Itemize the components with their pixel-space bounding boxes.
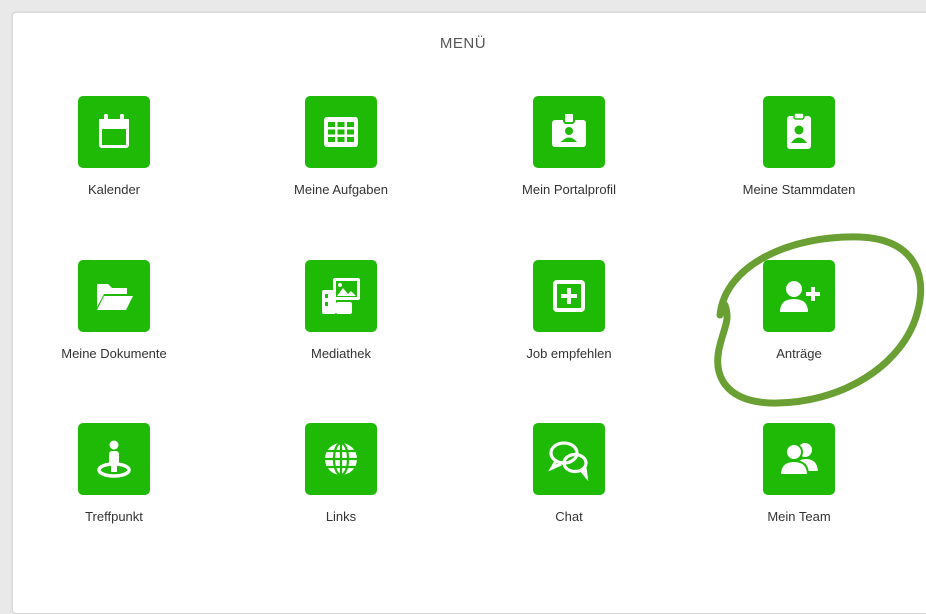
menu-item-treffpunkt[interactable]: Treffpunkt <box>23 423 203 573</box>
menu-item-antraege[interactable]: Anträge <box>708 260 888 410</box>
menu-item-meine-stammdaten[interactable]: Meine Stammdaten <box>708 96 888 246</box>
menu-item-mein-portalprofil[interactable]: Mein Portalprofil <box>478 96 658 246</box>
menu-item-label: Mein Portalprofil <box>522 182 616 197</box>
menu-item-label: Meine Dokumente <box>61 346 167 361</box>
menu-item-mein-team[interactable]: Mein Team <box>708 423 888 573</box>
menu-item-label: Treffpunkt <box>85 509 143 524</box>
user-plus-icon <box>763 260 835 332</box>
menu-item-links[interactable]: Links <box>250 423 430 573</box>
menu-item-meine-aufgaben[interactable]: Meine Aufgaben <box>250 96 430 246</box>
menu-item-label: Meine Stammdaten <box>742 182 856 197</box>
menu-item-label: Links <box>325 509 357 524</box>
menu-item-label: Anträge <box>776 346 822 361</box>
menu-item-job-empfehlen[interactable]: Job empfehlen <box>478 260 658 410</box>
menu-title: MENÜ <box>439 35 487 52</box>
menu-item-kalender[interactable]: Kalender <box>23 96 203 246</box>
calendar-icon <box>78 96 150 168</box>
photo-gallery-icon <box>305 260 377 332</box>
menu-item-meine-dokumente[interactable]: Meine Dokumente <box>23 260 203 410</box>
plus-square-icon <box>533 260 605 332</box>
menu-item-mediathek[interactable]: Mediathek <box>250 260 430 410</box>
menu-item-label: Mein Team <box>767 509 831 524</box>
globe-icon <box>305 423 377 495</box>
menu-item-label: Chat <box>555 509 583 524</box>
menu-item-label: Meine Aufgaben <box>294 182 388 197</box>
team-icon <box>763 423 835 495</box>
menu-item-label: Job empfehlen <box>526 346 612 361</box>
meeting-point-icon <box>78 423 150 495</box>
menu-item-label: Mediathek <box>311 346 371 361</box>
clipboard-user-icon <box>763 96 835 168</box>
grid-icon <box>305 96 377 168</box>
menu-item-label: Kalender <box>87 182 141 197</box>
chat-bubbles-icon <box>533 423 605 495</box>
menu-item-chat[interactable]: Chat <box>478 423 658 573</box>
id-badge-icon <box>533 96 605 168</box>
folder-open-icon <box>78 260 150 332</box>
